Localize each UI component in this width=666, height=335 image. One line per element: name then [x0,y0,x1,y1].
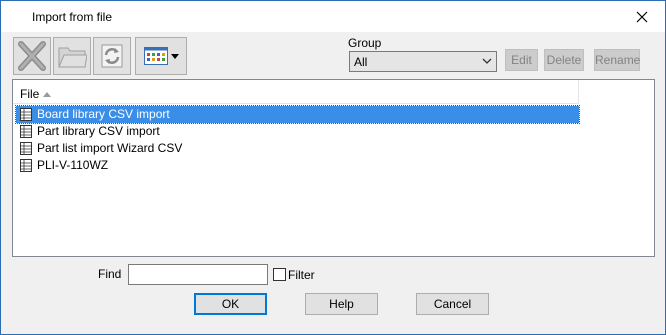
find-label: Find [98,267,122,281]
list-item[interactable]: PLI-V-110WZ [16,157,579,174]
delete-tool-button[interactable] [13,37,51,75]
group-label: Group [348,36,382,50]
help-button[interactable]: Help [305,293,378,315]
spreadsheet-icon [20,159,32,172]
close-button[interactable] [619,1,665,32]
filter-label: Filter [288,268,315,282]
chevron-down-icon [482,58,492,64]
title-bar: Import from file [1,1,665,32]
import-from-file-dialog: Import from file Group All Edit Delete R… [0,0,666,335]
cross-icon [18,41,46,71]
view-mode-button[interactable] [135,37,187,75]
folder-icon [58,47,87,68]
grid-view-icon [143,47,168,65]
spreadsheet-icon [20,108,32,121]
spreadsheet-icon [20,142,32,155]
file-list[interactable]: File Board library CSV import Part libra… [12,79,655,257]
list-item-label: Part list import Wizard CSV [37,141,183,155]
column-header-file[interactable]: File [13,80,579,104]
list-item-label: Board library CSV import [37,107,170,121]
refresh-icon [101,44,123,68]
list-item[interactable]: Part library CSV import [16,123,579,140]
rename-group-button[interactable]: Rename [594,49,640,71]
window-title: Import from file [32,10,113,24]
refresh-button[interactable] [93,37,131,75]
close-icon [636,11,648,22]
ok-button[interactable]: OK [194,293,267,315]
group-selected-value: All [354,55,368,69]
filter-checkbox[interactable] [273,268,286,281]
find-input[interactable] [128,264,268,285]
list-item[interactable]: Board library CSV import [15,105,580,124]
list-item[interactable]: Part list import Wizard CSV [16,140,579,157]
sort-ascending-icon [43,92,51,97]
list-item-label: Part library CSV import [37,124,160,138]
edit-group-button[interactable]: Edit [505,49,538,71]
group-select[interactable]: All [349,51,497,72]
cancel-button[interactable]: Cancel [416,293,489,315]
spreadsheet-icon [20,125,32,138]
column-header-label: File [20,87,40,101]
dropdown-arrow-icon [170,53,179,59]
open-folder-button[interactable] [53,37,91,75]
list-item-label: PLI-V-110WZ [37,158,109,172]
delete-group-button[interactable]: Delete [544,49,584,71]
